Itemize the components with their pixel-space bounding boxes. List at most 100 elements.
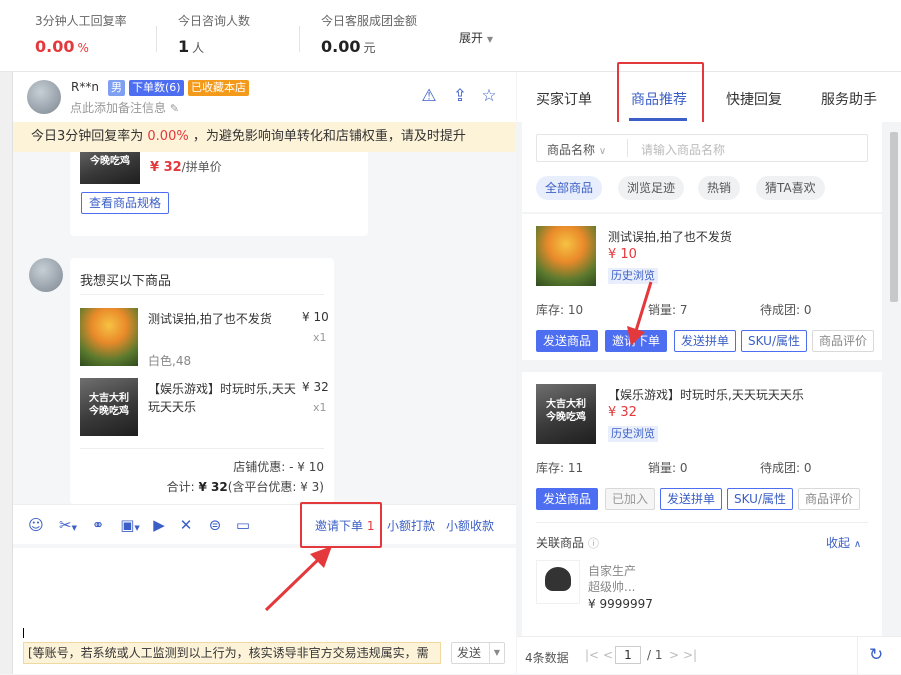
highlight-box <box>617 62 704 125</box>
share-icon[interactable]: ⇪ <box>450 86 470 106</box>
send-product-button[interactable]: 发送商品 <box>536 330 599 352</box>
image-icon[interactable]: ▣▼ <box>117 516 143 534</box>
select-label: 商品名称 <box>547 143 596 157</box>
tab-buyer-orders[interactable]: 买家订单 <box>536 89 592 109</box>
link-icon[interactable]: ⚭ <box>89 516 107 534</box>
record-count: 4条数据 <box>525 651 569 665</box>
product-pending: 待成团: 0 <box>760 303 812 317</box>
video-icon[interactable]: ▶ <box>150 516 168 534</box>
order-item-price: ¥ 32 <box>302 380 329 394</box>
order-item-qty: x1 <box>313 401 327 414</box>
send-button[interactable]: 发送 ▼ <box>451 642 505 664</box>
stat-label: 今日咨询人数 <box>178 14 251 28</box>
total-value: ¥ 32 <box>198 480 228 494</box>
order-request-title: 我想买以下商品 <box>80 274 172 289</box>
search-field-select[interactable]: 商品名称 ∨ <box>547 141 606 158</box>
total-prefix: 合计: <box>166 480 199 494</box>
related-product-thumbnail[interactable] <box>536 560 580 604</box>
stat-group-amount: 今日客服成团金额 0.00 元 <box>321 12 417 56</box>
stat-reply-rate: 3分钟人工回复率 0.00% <box>35 12 127 56</box>
price-line: ¥ 32/拼单价 <box>150 158 222 175</box>
stat-value: 0.00 <box>321 37 361 56</box>
product-title: 【娱乐游戏】时玩时乐,天天玩天天乐 <box>608 388 804 402</box>
divider <box>627 139 628 157</box>
divider <box>536 522 868 523</box>
add-note-link[interactable]: 点此添加备注信息 ✎ <box>70 99 179 116</box>
bottom-bar: [等账号，若系统或人工监测到以上行为，核实诱导非官方交易违规属实，需 发送 ▼ <box>13 638 516 674</box>
warning-prefix: 今日3分钟回复率为 <box>31 129 148 144</box>
review-button[interactable]: 商品评价 <box>812 330 875 352</box>
collapse-text: 收起 <box>826 536 851 550</box>
send-label: 发送 <box>457 646 482 660</box>
folder-icon[interactable]: ▭ <box>234 516 252 534</box>
star-icon[interactable]: ☆ <box>479 86 499 106</box>
price-suffix: /拼单价 <box>181 160 222 174</box>
small-payment-link[interactable]: 小额打款 <box>387 517 435 534</box>
stat-value: 1 <box>178 37 190 56</box>
send-group-button[interactable]: 发送拼单 <box>674 330 737 352</box>
page-input[interactable]: 1 <box>615 646 641 664</box>
order-item-sku: 白色,48 <box>148 354 192 368</box>
chip-browse-history[interactable]: 浏览足迹 <box>618 176 685 200</box>
product-stock: 库存: 10 <box>536 303 584 317</box>
added-button: 已加入 <box>605 488 656 510</box>
product-thumbnail[interactable] <box>536 226 596 286</box>
emoji-icon[interactable]: ☺ <box>27 516 45 534</box>
product-price: ¥ 32 <box>608 405 637 420</box>
stat-unit: 人 <box>192 41 205 55</box>
review-button[interactable]: 商品评价 <box>798 488 861 510</box>
related-product-name: 自家生产 <box>588 564 637 578</box>
divider <box>857 637 858 675</box>
search-order-icon[interactable]: ⊜ <box>206 516 224 534</box>
refresh-icon[interactable]: ↻ <box>869 645 883 665</box>
chevron-down-icon: ∨ <box>598 146 607 157</box>
product-card: 测试误拍,拍了也不发货 ¥ 10 历史浏览 库存: 10 销量: 7 待成团: … <box>522 214 882 360</box>
sku-button[interactable]: SKU/属性 <box>727 488 793 510</box>
search-input[interactable]: 请输入商品名称 <box>641 141 725 158</box>
help-icon[interactable]: ⓘ <box>588 537 599 550</box>
tab-service-assistant[interactable]: 服务助手 <box>821 89 877 109</box>
stat-unit: % <box>77 41 89 55</box>
avatar <box>29 258 63 292</box>
helmet-icon <box>545 567 571 591</box>
chat-panel: R**n 男 下单数(6) 已收藏本店 点此添加备注信息 ✎ ⚠ ⇪ ☆ 今日3… <box>13 72 516 674</box>
expand-label: 展开 <box>459 31 484 45</box>
chip-guess-likes[interactable]: 猜TA喜欢 <box>756 176 825 200</box>
buyer-name: R**n <box>71 80 99 94</box>
top-stats-bar: 3分钟人工回复率 0.00% 今日咨询人数 1人 今日客服成团金额 0.00 元 … <box>0 0 901 72</box>
scissors-icon[interactable]: ✂▼ <box>55 516 81 534</box>
scrollbar-thumb[interactable] <box>890 132 898 302</box>
last-page-icon[interactable]: >| <box>683 648 697 662</box>
collapse-link[interactable]: 收起 ∧ <box>826 534 861 551</box>
small-collect-link[interactable]: 小额收款 <box>446 517 494 534</box>
product-sales: 销量: 0 <box>648 461 688 475</box>
product-search: 商品名称 ∨ 请输入商品名称 <box>536 134 868 162</box>
chat-header: R**n 男 下单数(6) 已收藏本店 点此添加备注信息 ✎ ⚠ ⇪ ☆ <box>13 72 516 122</box>
warning-icon[interactable]: ⚠ <box>419 86 439 106</box>
prev-page-icon[interactable]: < <box>603 648 613 662</box>
view-spec-button[interactable]: 查看商品规格 <box>81 192 170 214</box>
related-product-price: ¥ 9999997 <box>588 597 653 611</box>
product-thumbnail[interactable]: 大吉大利 今晚吃鸡 <box>536 384 596 444</box>
history-tag: 历史浏览 <box>608 426 658 442</box>
right-panel: 买家订单 商品推荐 快捷回复 服务助手 商品名称 ∨ 请输入商品名称 全部商品 … <box>517 62 901 675</box>
chat-toolbar: ☺ ✂▼ ⚭ ▣▼ ▶ ✕ ⊜ ▭ 邀请下单 1 小额打款 小额收款 <box>13 504 516 544</box>
expand-toggle[interactable]: 展开 ▼ <box>459 29 493 46</box>
warning-rate: 0.00% <box>147 129 189 144</box>
chip-hot-sale[interactable]: 热销 <box>698 176 741 200</box>
tab-quick-reply[interactable]: 快捷回复 <box>726 89 782 109</box>
send-group-button[interactable]: 发送拼单 <box>660 488 723 510</box>
avatar[interactable] <box>27 80 61 114</box>
coupon-icon[interactable]: ✕ <box>177 516 195 534</box>
first-page-icon[interactable]: |< <box>585 648 599 662</box>
chip-all-products[interactable]: 全部商品 <box>536 176 603 200</box>
gender-tag: 男 <box>108 80 125 96</box>
product-filter: 商品名称 ∨ 请输入商品名称 全部商品 浏览足迹 热销 猜TA喜欢 <box>522 122 882 212</box>
send-product-button[interactable]: 发送商品 <box>536 488 599 510</box>
product-price: ¥ 10 <box>608 247 637 262</box>
caret-down-icon[interactable]: ▼ <box>488 643 500 663</box>
divider <box>80 448 324 449</box>
sku-button[interactable]: SKU/属性 <box>741 330 807 352</box>
next-page-icon[interactable]: > <box>669 648 679 662</box>
product-stock: 库存: 11 <box>536 461 584 475</box>
